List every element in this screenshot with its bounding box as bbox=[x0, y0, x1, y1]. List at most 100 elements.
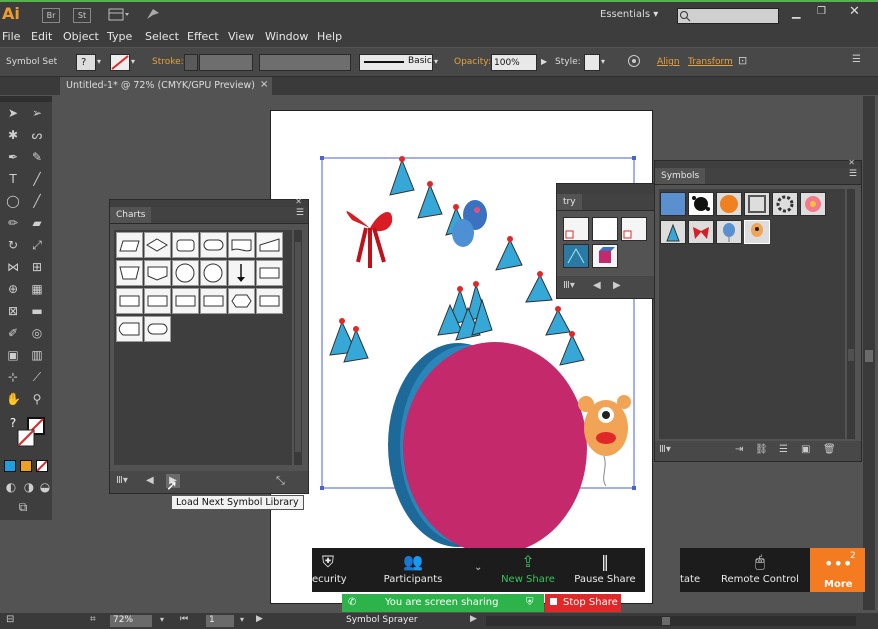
menu-type[interactable]: Type bbox=[107, 30, 132, 43]
chart-symbol-cell[interactable] bbox=[228, 288, 255, 314]
symbols-libraries-menu-icon[interactable]: Ⅲ▾ bbox=[659, 444, 671, 455]
previous-library-icon[interactable]: ◀ bbox=[146, 475, 154, 486]
bridge-button[interactable]: Br bbox=[42, 8, 60, 23]
horizontal-scrollbar[interactable] bbox=[486, 616, 856, 626]
more-button[interactable]: ••• 2 More bbox=[810, 548, 865, 592]
symbol-cell[interactable] bbox=[800, 192, 826, 216]
eraser-tool-icon[interactable]: ▰ bbox=[30, 216, 44, 230]
opacity-arrow-icon[interactable]: ▶ bbox=[541, 57, 547, 66]
chart-symbol-cell[interactable] bbox=[200, 232, 227, 258]
menu-select[interactable]: Select bbox=[145, 30, 179, 43]
variable-width-field[interactable] bbox=[259, 54, 351, 71]
status-arrow-icon[interactable]: ▶ bbox=[470, 614, 477, 624]
search-input[interactable] bbox=[677, 8, 779, 24]
chart-symbol-cell[interactable] bbox=[144, 232, 171, 258]
direct-selection-tool-icon[interactable]: ➢ bbox=[30, 106, 44, 120]
stroke-dropdown-icon[interactable]: ▾ bbox=[131, 57, 135, 66]
try-panel-tab[interactable]: try bbox=[557, 194, 582, 210]
close-icon[interactable]: ✕ bbox=[849, 4, 860, 19]
gradient-tool-icon[interactable]: ▬ bbox=[30, 304, 44, 318]
perspective-grid-tool-icon[interactable]: ▦ bbox=[30, 282, 44, 296]
chart-symbol-cell[interactable] bbox=[144, 260, 171, 286]
symbol-cell[interactable] bbox=[660, 192, 686, 216]
next-artboard-icon[interactable]: ▶ bbox=[256, 614, 263, 624]
chevron-up-icon[interactable]: ⌄ bbox=[474, 562, 482, 573]
symbol-cell[interactable] bbox=[716, 220, 742, 244]
pause-share-button[interactable]: ‖ Pause Share bbox=[572, 548, 638, 592]
pencil-tool-icon[interactable]: ✏ bbox=[6, 216, 20, 230]
curvature-tool-icon[interactable]: ✎ bbox=[30, 150, 44, 164]
free-transform-tool-icon[interactable]: ⊞ bbox=[30, 260, 44, 274]
chart-symbol-cell[interactable] bbox=[116, 232, 143, 258]
symbol-cell[interactable] bbox=[744, 192, 770, 216]
chart-symbol-cell[interactable] bbox=[256, 288, 283, 314]
symbol-libraries-menu-icon[interactable]: Ⅲ▾ bbox=[116, 475, 128, 486]
first-artboard-icon[interactable]: ⏮ bbox=[180, 614, 188, 624]
symbol-cell-selected[interactable] bbox=[744, 220, 770, 244]
chart-symbol-cell[interactable] bbox=[228, 232, 255, 258]
chart-symbol-cell[interactable] bbox=[256, 232, 283, 258]
try-symbol-cell[interactable] bbox=[621, 217, 647, 241]
symbol-sprayer-tool-icon[interactable]: ▣ bbox=[6, 348, 20, 362]
symbol-cell[interactable] bbox=[716, 192, 742, 216]
canvas-vertical-scrollbar[interactable] bbox=[863, 96, 875, 610]
arrange-documents-icon[interactable] bbox=[108, 8, 130, 21]
paintbrush-tool-icon[interactable]: ╱ bbox=[30, 194, 44, 208]
chart-symbol-cell[interactable] bbox=[144, 316, 171, 342]
new-symbol-icon[interactable]: ▣ bbox=[801, 444, 810, 455]
zoom-out-icon[interactable]: ⌗ bbox=[90, 614, 96, 625]
try-symbol-cell[interactable] bbox=[563, 217, 589, 241]
panel-menu-icon[interactable]: ☰ bbox=[296, 208, 304, 218]
document-tab[interactable]: Untitled-1* @ 72% (CMYK/GPU Preview) × bbox=[60, 77, 272, 95]
shape-builder-tool-icon[interactable]: ⊕ bbox=[6, 282, 20, 296]
minimize-icon[interactable]: ▁ bbox=[792, 6, 800, 19]
mesh-tool-icon[interactable]: ⊠ bbox=[6, 304, 20, 318]
isolate-group-icon[interactable]: ⊡ bbox=[738, 54, 747, 67]
break-link-icon[interactable]: ⛓ bbox=[755, 444, 768, 455]
align-link[interactable]: Align bbox=[657, 57, 680, 67]
security-button[interactable]: ⛨ ecurity bbox=[312, 548, 347, 592]
none-mode-icon[interactable] bbox=[36, 460, 48, 472]
try-previous-icon[interactable]: ◀ bbox=[593, 280, 601, 291]
symbol-cell[interactable] bbox=[688, 192, 714, 216]
stroke-stepper[interactable] bbox=[184, 54, 198, 71]
artboard-dropdown-icon[interactable]: ▾ bbox=[240, 615, 244, 624]
brush-dropdown-icon[interactable]: ▾ bbox=[434, 57, 438, 66]
selection-tool-icon[interactable]: ➤ bbox=[6, 106, 20, 120]
pen-tool-icon[interactable]: ✒ bbox=[6, 150, 20, 164]
artboard-nav-icon[interactable]: ⊟ bbox=[6, 614, 14, 625]
menu-effect[interactable]: Effect bbox=[187, 30, 219, 43]
stroke-weight-field[interactable] bbox=[199, 54, 253, 71]
panel-resize-icon[interactable]: ⤡ bbox=[276, 474, 285, 488]
try-symbol-cell[interactable] bbox=[592, 217, 618, 241]
control-panel-menu-icon[interactable]: ☰ bbox=[852, 54, 861, 65]
draw-mode-icon[interactable]: ◐ bbox=[4, 480, 18, 494]
fill-dropdown-icon[interactable]: ▾ bbox=[97, 57, 101, 66]
place-symbol-icon[interactable]: ⇥ bbox=[735, 444, 743, 455]
symbols-menu-icon[interactable]: ☰ bbox=[849, 169, 857, 179]
line-tool-icon[interactable]: ╱ bbox=[30, 172, 44, 186]
draw-inside-icon[interactable]: ◒ bbox=[38, 480, 52, 494]
symbol-cell[interactable] bbox=[688, 220, 714, 244]
chart-symbol-cell[interactable] bbox=[200, 288, 227, 314]
fill-stroke-widget[interactable] bbox=[16, 416, 46, 451]
charts-panel-tab[interactable]: Charts bbox=[110, 207, 152, 223]
menu-help[interactable]: Help bbox=[317, 30, 342, 43]
symbols-close-icon[interactable]: ✕ bbox=[848, 158, 855, 167]
panel-close-icon[interactable]: ✕ bbox=[295, 197, 302, 206]
menu-object[interactable]: Object bbox=[63, 30, 99, 43]
restore-icon[interactable]: ❐ bbox=[817, 6, 826, 17]
hand-tool-icon[interactable]: ✋ bbox=[6, 392, 21, 406]
chart-symbol-cell[interactable] bbox=[116, 260, 143, 286]
artboard-tool-icon[interactable]: ⊹ bbox=[6, 370, 20, 384]
type-tool-icon[interactable]: T bbox=[6, 172, 20, 186]
artboard-number-field[interactable]: 1 bbox=[206, 615, 234, 627]
stroke-label[interactable]: Stroke: bbox=[152, 57, 184, 67]
symbols-panel-tab[interactable]: Symbols bbox=[655, 168, 706, 184]
fill-swatch[interactable]: ? bbox=[76, 54, 96, 71]
width-tool-icon[interactable]: ⋈ bbox=[6, 260, 20, 274]
color-mode-icon[interactable] bbox=[4, 460, 16, 472]
blend-tool-icon[interactable]: ◎ bbox=[30, 326, 44, 340]
slice-tool-icon[interactable]: ⟋ bbox=[30, 370, 44, 384]
try-libraries-menu-icon[interactable]: Ⅲ▾ bbox=[563, 280, 575, 291]
